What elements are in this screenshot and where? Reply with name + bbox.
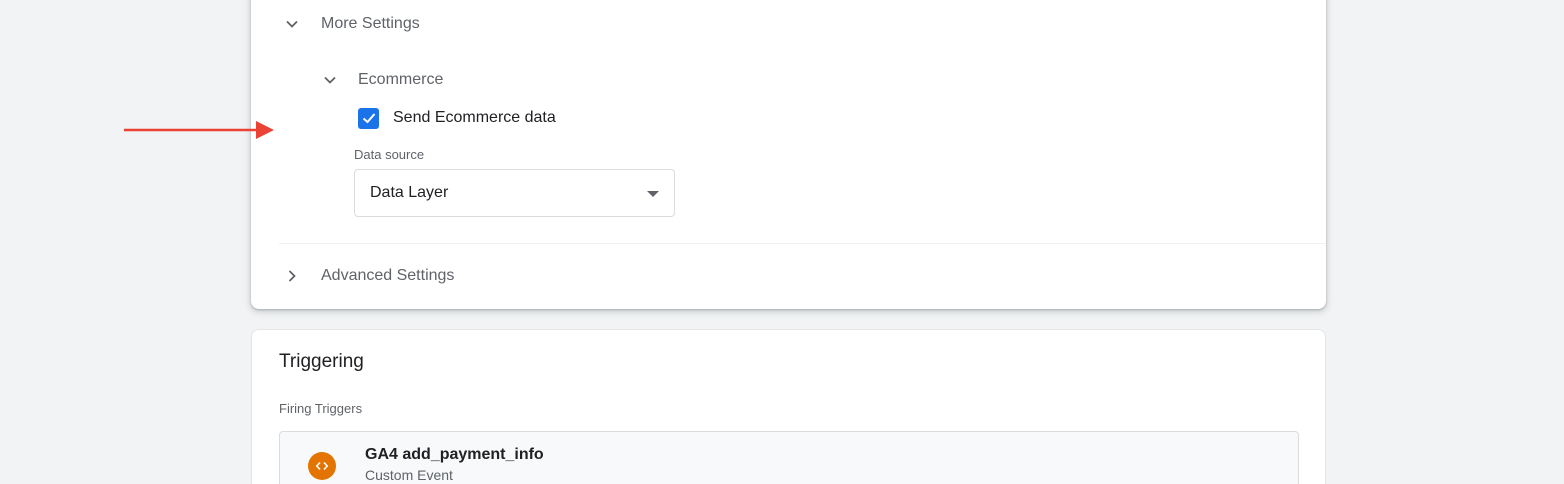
triggering-card: Triggering Firing Triggers GA4 add_payme… bbox=[251, 329, 1326, 484]
send-ecommerce-label: Send Ecommerce data bbox=[393, 109, 556, 126]
data-source-label: Data source bbox=[354, 147, 425, 162]
checkmark-icon bbox=[362, 113, 375, 124]
trigger-type: Custom Event bbox=[365, 467, 453, 483]
section-divider bbox=[279, 243, 1326, 244]
ecommerce-label: Ecommerce bbox=[358, 71, 444, 88]
chevron-down-icon bbox=[323, 73, 337, 87]
chevron-right-icon bbox=[285, 269, 299, 283]
data-source-select[interactable]: Data Layer bbox=[354, 169, 675, 217]
more-settings-label: More Settings bbox=[321, 15, 420, 32]
trigger-name: GA4 add_payment_info bbox=[365, 446, 544, 463]
tag-configuration-card: More Settings Ecommerce Send Ecommerce d… bbox=[251, 0, 1326, 309]
trigger-item[interactable]: GA4 add_payment_info Custom Event bbox=[279, 431, 1299, 484]
send-ecommerce-checkbox[interactable] bbox=[358, 107, 379, 129]
annotation-arrow-icon bbox=[124, 121, 274, 139]
dropdown-arrow-icon bbox=[647, 191, 659, 197]
triggering-title: Triggering bbox=[279, 351, 364, 372]
data-source-value: Data Layer bbox=[370, 184, 449, 201]
chevron-down-icon bbox=[285, 17, 299, 31]
ecommerce-toggle[interactable]: Ecommerce bbox=[323, 68, 443, 92]
firing-triggers-label: Firing Triggers bbox=[279, 401, 363, 416]
advanced-settings-label: Advanced Settings bbox=[321, 267, 455, 284]
code-icon bbox=[308, 452, 336, 480]
more-settings-toggle[interactable]: More Settings bbox=[285, 12, 420, 36]
advanced-settings-toggle[interactable]: Advanced Settings bbox=[285, 264, 454, 288]
send-ecommerce-data-option[interactable]: Send Ecommerce data bbox=[358, 107, 556, 129]
